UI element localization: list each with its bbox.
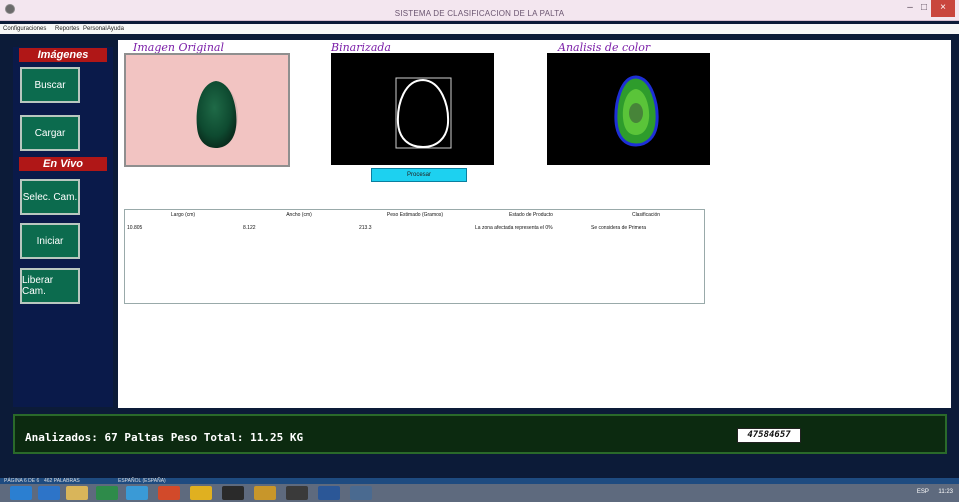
terminal-icon[interactable] — [222, 486, 244, 500]
matlab-icon[interactable] — [350, 486, 372, 500]
maximize-button[interactable]: □ — [917, 0, 931, 17]
tray-clock[interactable]: 11:23 — [938, 489, 953, 495]
menu-personal[interactable]: Personal — [83, 26, 107, 32]
col-header-clasificacion[interactable]: Clasificación — [589, 212, 703, 220]
table-cell-peso: 213.3 — [359, 225, 372, 231]
summary-panel: Analizados: 67 Paltas Peso Total: 11.25 … — [13, 414, 947, 454]
summary-text: Analizados: 67 Paltas Peso Total: 11.25 … — [25, 431, 304, 444]
binarized-contour — [395, 77, 452, 149]
results-table: Largo (cm) Ancho (cm) Peso Estimado (Gra… — [124, 209, 705, 304]
internet-explorer-icon[interactable] — [38, 486, 60, 500]
procesar-button[interactable]: Procesar — [371, 168, 467, 182]
col-header-ancho[interactable]: Ancho (cm) — [241, 212, 357, 220]
table-cell-estado: La zona afectada representa el 0% — [475, 225, 553, 231]
iniciar-button[interactable]: Iniciar — [20, 223, 80, 259]
menu-configuraciones[interactable]: Configuraciones — [3, 26, 46, 32]
window-title: SISTEMA DE CLASIFICACION DE LA PALTA — [394, 9, 565, 18]
col-header-estado[interactable]: Estado de Producto — [473, 212, 589, 220]
section-en-vivo: En Vivo — [19, 157, 107, 171]
cargar-button[interactable]: Cargar — [20, 115, 80, 151]
file-explorer-icon[interactable] — [66, 486, 88, 500]
minimize-button[interactable]: – — [903, 0, 917, 17]
menu-bar: Configuraciones Reportes Personal Ayuda — [0, 24, 959, 34]
menu-reportes[interactable]: Reportes — [55, 26, 79, 32]
store-icon[interactable] — [96, 486, 118, 500]
color-analysis-image — [547, 53, 710, 165]
selec-cam-button[interactable]: Selec. Cam. — [20, 179, 80, 215]
close-button[interactable]: × — [931, 0, 955, 17]
window-controls: – □ × — [903, 0, 955, 18]
col-header-largo[interactable]: Largo (cm) — [125, 212, 241, 220]
media-icon[interactable] — [286, 486, 308, 500]
start-icon[interactable] — [10, 486, 32, 500]
original-image — [124, 53, 290, 167]
buscar-button[interactable]: Buscar — [20, 67, 80, 103]
table-cell-largo: 10.805 — [127, 225, 143, 231]
menu-ayuda[interactable]: Ayuda — [107, 26, 124, 32]
system-tray: ESP 11:23 — [917, 489, 953, 495]
table-cell-clasificacion: Se considera de Primera — [591, 225, 647, 231]
avocado-photo — [196, 81, 238, 148]
liberar-cam-button[interactable]: Liberar Cam. — [20, 268, 80, 304]
binarized-image — [331, 53, 494, 165]
app-icon-yellow[interactable] — [190, 486, 212, 500]
counter-field[interactable]: 47584657 — [737, 428, 801, 443]
taskbar: ESP 11:23 — [0, 484, 959, 502]
chrome-icon[interactable] — [126, 486, 148, 500]
word-icon[interactable] — [318, 486, 340, 500]
table-cell-ancho: 8.122 — [243, 225, 256, 231]
color-analysis-render — [614, 75, 659, 147]
title-bar: SISTEMA DE CLASIFICACION DE LA PALTA – □… — [0, 0, 959, 21]
col-header-peso[interactable]: Peso Estimado (Gramos) — [357, 212, 473, 220]
folder-icon[interactable] — [254, 486, 276, 500]
section-imagenes: Imágenes — [19, 48, 107, 62]
tray-language[interactable]: ESP — [917, 489, 929, 495]
app-icon-red[interactable] — [158, 486, 180, 500]
